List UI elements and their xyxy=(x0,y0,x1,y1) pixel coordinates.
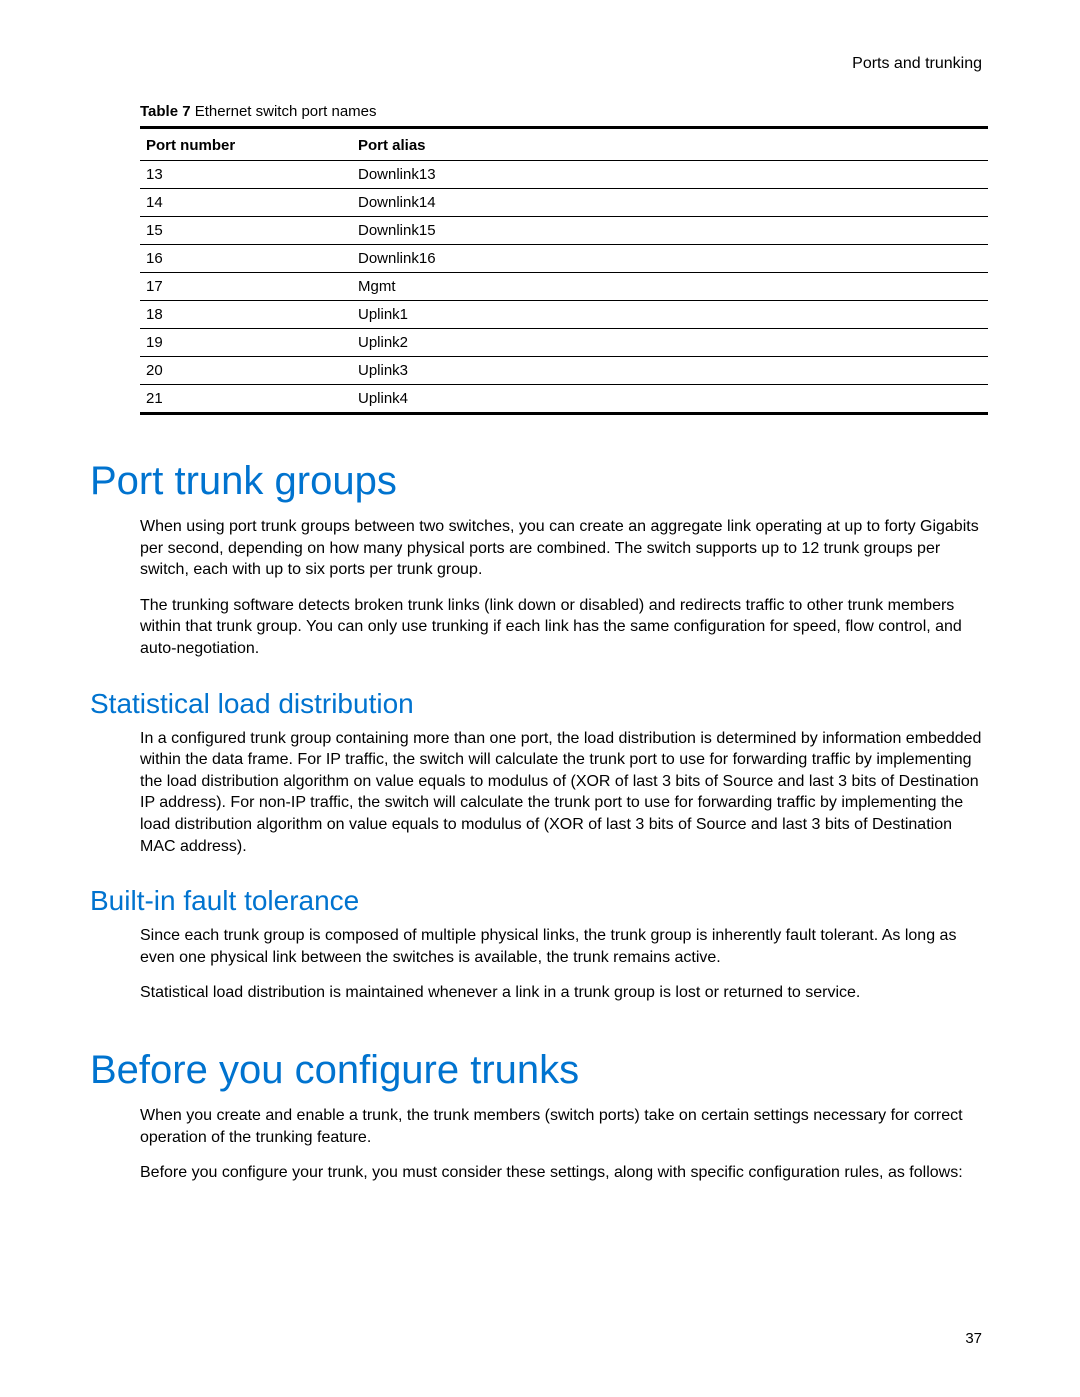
cell-port-number: 14 xyxy=(140,189,352,217)
col-port-number: Port number xyxy=(140,128,352,161)
cell-port-alias: Downlink15 xyxy=(352,217,988,245)
table-row: 20Uplink3 xyxy=(140,357,988,385)
heading-statistical-load-distribution: Statistical load distribution xyxy=(90,688,990,720)
cell-port-number: 15 xyxy=(140,217,352,245)
table-row: 21Uplink4 xyxy=(140,385,988,414)
paragraph: The trunking software detects broken tru… xyxy=(140,595,990,660)
paragraph: When using port trunk groups between two… xyxy=(140,516,990,581)
cell-port-number: 16 xyxy=(140,245,352,273)
table-number: Table 7 xyxy=(140,103,191,120)
cell-port-alias: Downlink16 xyxy=(352,245,988,273)
table-header-row: Port number Port alias xyxy=(140,128,988,161)
table-row: 15Downlink15 xyxy=(140,217,988,245)
cell-port-alias: Downlink13 xyxy=(352,161,988,189)
paragraph: When you create and enable a trunk, the … xyxy=(140,1105,990,1148)
paragraph: Statistical load distribution is maintai… xyxy=(140,982,990,1004)
paragraph: In a configured trunk group containing m… xyxy=(140,728,990,858)
table-title-text: Ethernet switch port names xyxy=(195,103,377,120)
table-row: 14Downlink14 xyxy=(140,189,988,217)
table-row: 16Downlink16 xyxy=(140,245,988,273)
table-row: 13Downlink13 xyxy=(140,161,988,189)
cell-port-number: 19 xyxy=(140,329,352,357)
cell-port-number: 13 xyxy=(140,161,352,189)
page-number: 37 xyxy=(965,1330,982,1347)
cell-port-alias: Uplink4 xyxy=(352,385,988,414)
cell-port-alias: Uplink3 xyxy=(352,357,988,385)
cell-port-alias: Downlink14 xyxy=(352,189,988,217)
paragraph: Since each trunk group is composed of mu… xyxy=(140,925,990,968)
table-row: 17Mgmt xyxy=(140,273,988,301)
cell-port-alias: Mgmt xyxy=(352,273,988,301)
paragraph: Before you configure your trunk, you mus… xyxy=(140,1162,990,1184)
heading-built-in-fault-tolerance: Built-in fault tolerance xyxy=(90,885,990,917)
page: Ports and trunking Table 7 Ethernet swit… xyxy=(0,0,1080,1397)
running-header: Ports and trunking xyxy=(90,55,982,73)
cell-port-alias: Uplink2 xyxy=(352,329,988,357)
cell-port-alias: Uplink1 xyxy=(352,301,988,329)
cell-port-number: 18 xyxy=(140,301,352,329)
heading-before-you-configure-trunks: Before you configure trunks xyxy=(90,1048,990,1093)
cell-port-number: 20 xyxy=(140,357,352,385)
table-caption: Table 7 Ethernet switch port names xyxy=(140,103,990,120)
cell-port-number: 17 xyxy=(140,273,352,301)
port-names-table: Port number Port alias 13Downlink13 14Do… xyxy=(140,126,988,415)
heading-port-trunk-groups: Port trunk groups xyxy=(90,459,990,504)
table-row: 19Uplink2 xyxy=(140,329,988,357)
cell-port-number: 21 xyxy=(140,385,352,414)
col-port-alias: Port alias xyxy=(352,128,988,161)
table-row: 18Uplink1 xyxy=(140,301,988,329)
